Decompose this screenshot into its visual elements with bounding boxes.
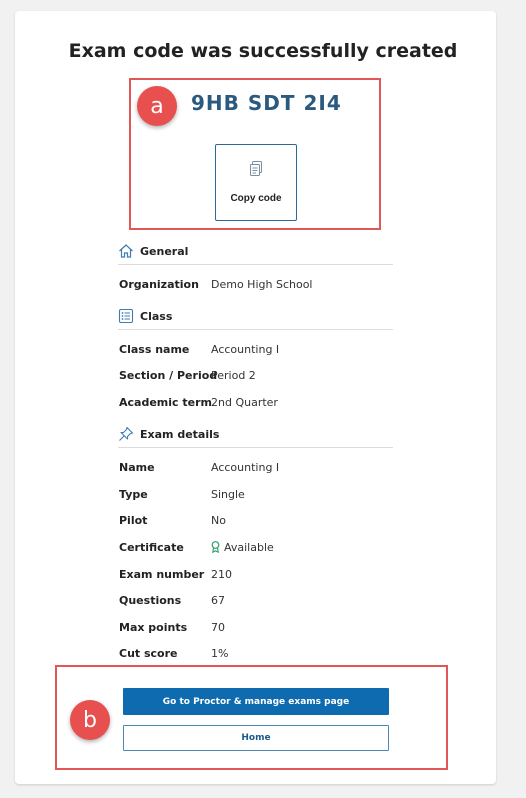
callout-badge-a: a: [137, 86, 177, 126]
detail-label: Max points: [119, 621, 188, 634]
proctor-manage-exams-button[interactable]: Go to Proctor & manage exams page: [123, 688, 389, 715]
award-icon: [211, 541, 220, 556]
page-title: Exam code was successfully created: [68, 40, 458, 62]
exam-code: 9HB SDT 2I4: [191, 91, 342, 115]
detail-value: Period 2: [211, 369, 256, 382]
section-title: General: [140, 245, 189, 258]
copy-icon: [249, 161, 263, 180]
section-class: Class: [118, 307, 393, 330]
detail-value: 210: [211, 568, 232, 581]
detail-value: Accounting I: [211, 461, 280, 474]
detail-label: Type: [119, 488, 148, 501]
detail-value: Accounting I: [211, 343, 280, 356]
pin-icon: [118, 426, 134, 446]
callout-box-b: [55, 665, 448, 770]
detail-value: 2nd Quarter: [211, 396, 278, 409]
detail-value: 1%: [211, 647, 229, 660]
detail-value: 67: [211, 594, 225, 607]
detail-label: Cut score: [119, 647, 178, 660]
detail-value: No: [211, 514, 226, 527]
detail-label: Pilot: [119, 514, 148, 527]
copy-code-label: Copy code: [230, 193, 282, 204]
section-general: General: [118, 242, 393, 265]
home-button[interactable]: Home: [123, 725, 389, 751]
list-icon: [118, 308, 134, 328]
detail-value: Demo High School: [211, 278, 313, 291]
section-title: Exam details: [140, 428, 220, 441]
detail-label: Organization: [119, 278, 199, 291]
detail-label: Class name: [119, 343, 190, 356]
certificate-value: Available: [224, 541, 274, 554]
home-icon: [118, 243, 134, 263]
detail-value-certificate: Available: [211, 541, 274, 556]
detail-label: Academic term: [119, 396, 212, 409]
section-title: Class: [140, 310, 173, 323]
copy-code-button[interactable]: Copy code: [215, 144, 297, 221]
section-exam-details: Exam details: [118, 425, 393, 448]
detail-label: Exam number: [119, 568, 205, 581]
callout-badge-b: b: [70, 700, 110, 740]
detail-value: 70: [211, 621, 225, 634]
detail-label: Name: [119, 461, 155, 474]
detail-value: Single: [211, 488, 245, 501]
detail-label: Certificate: [119, 541, 184, 554]
detail-label: Questions: [119, 594, 182, 607]
detail-label: Section / Period: [119, 369, 218, 382]
